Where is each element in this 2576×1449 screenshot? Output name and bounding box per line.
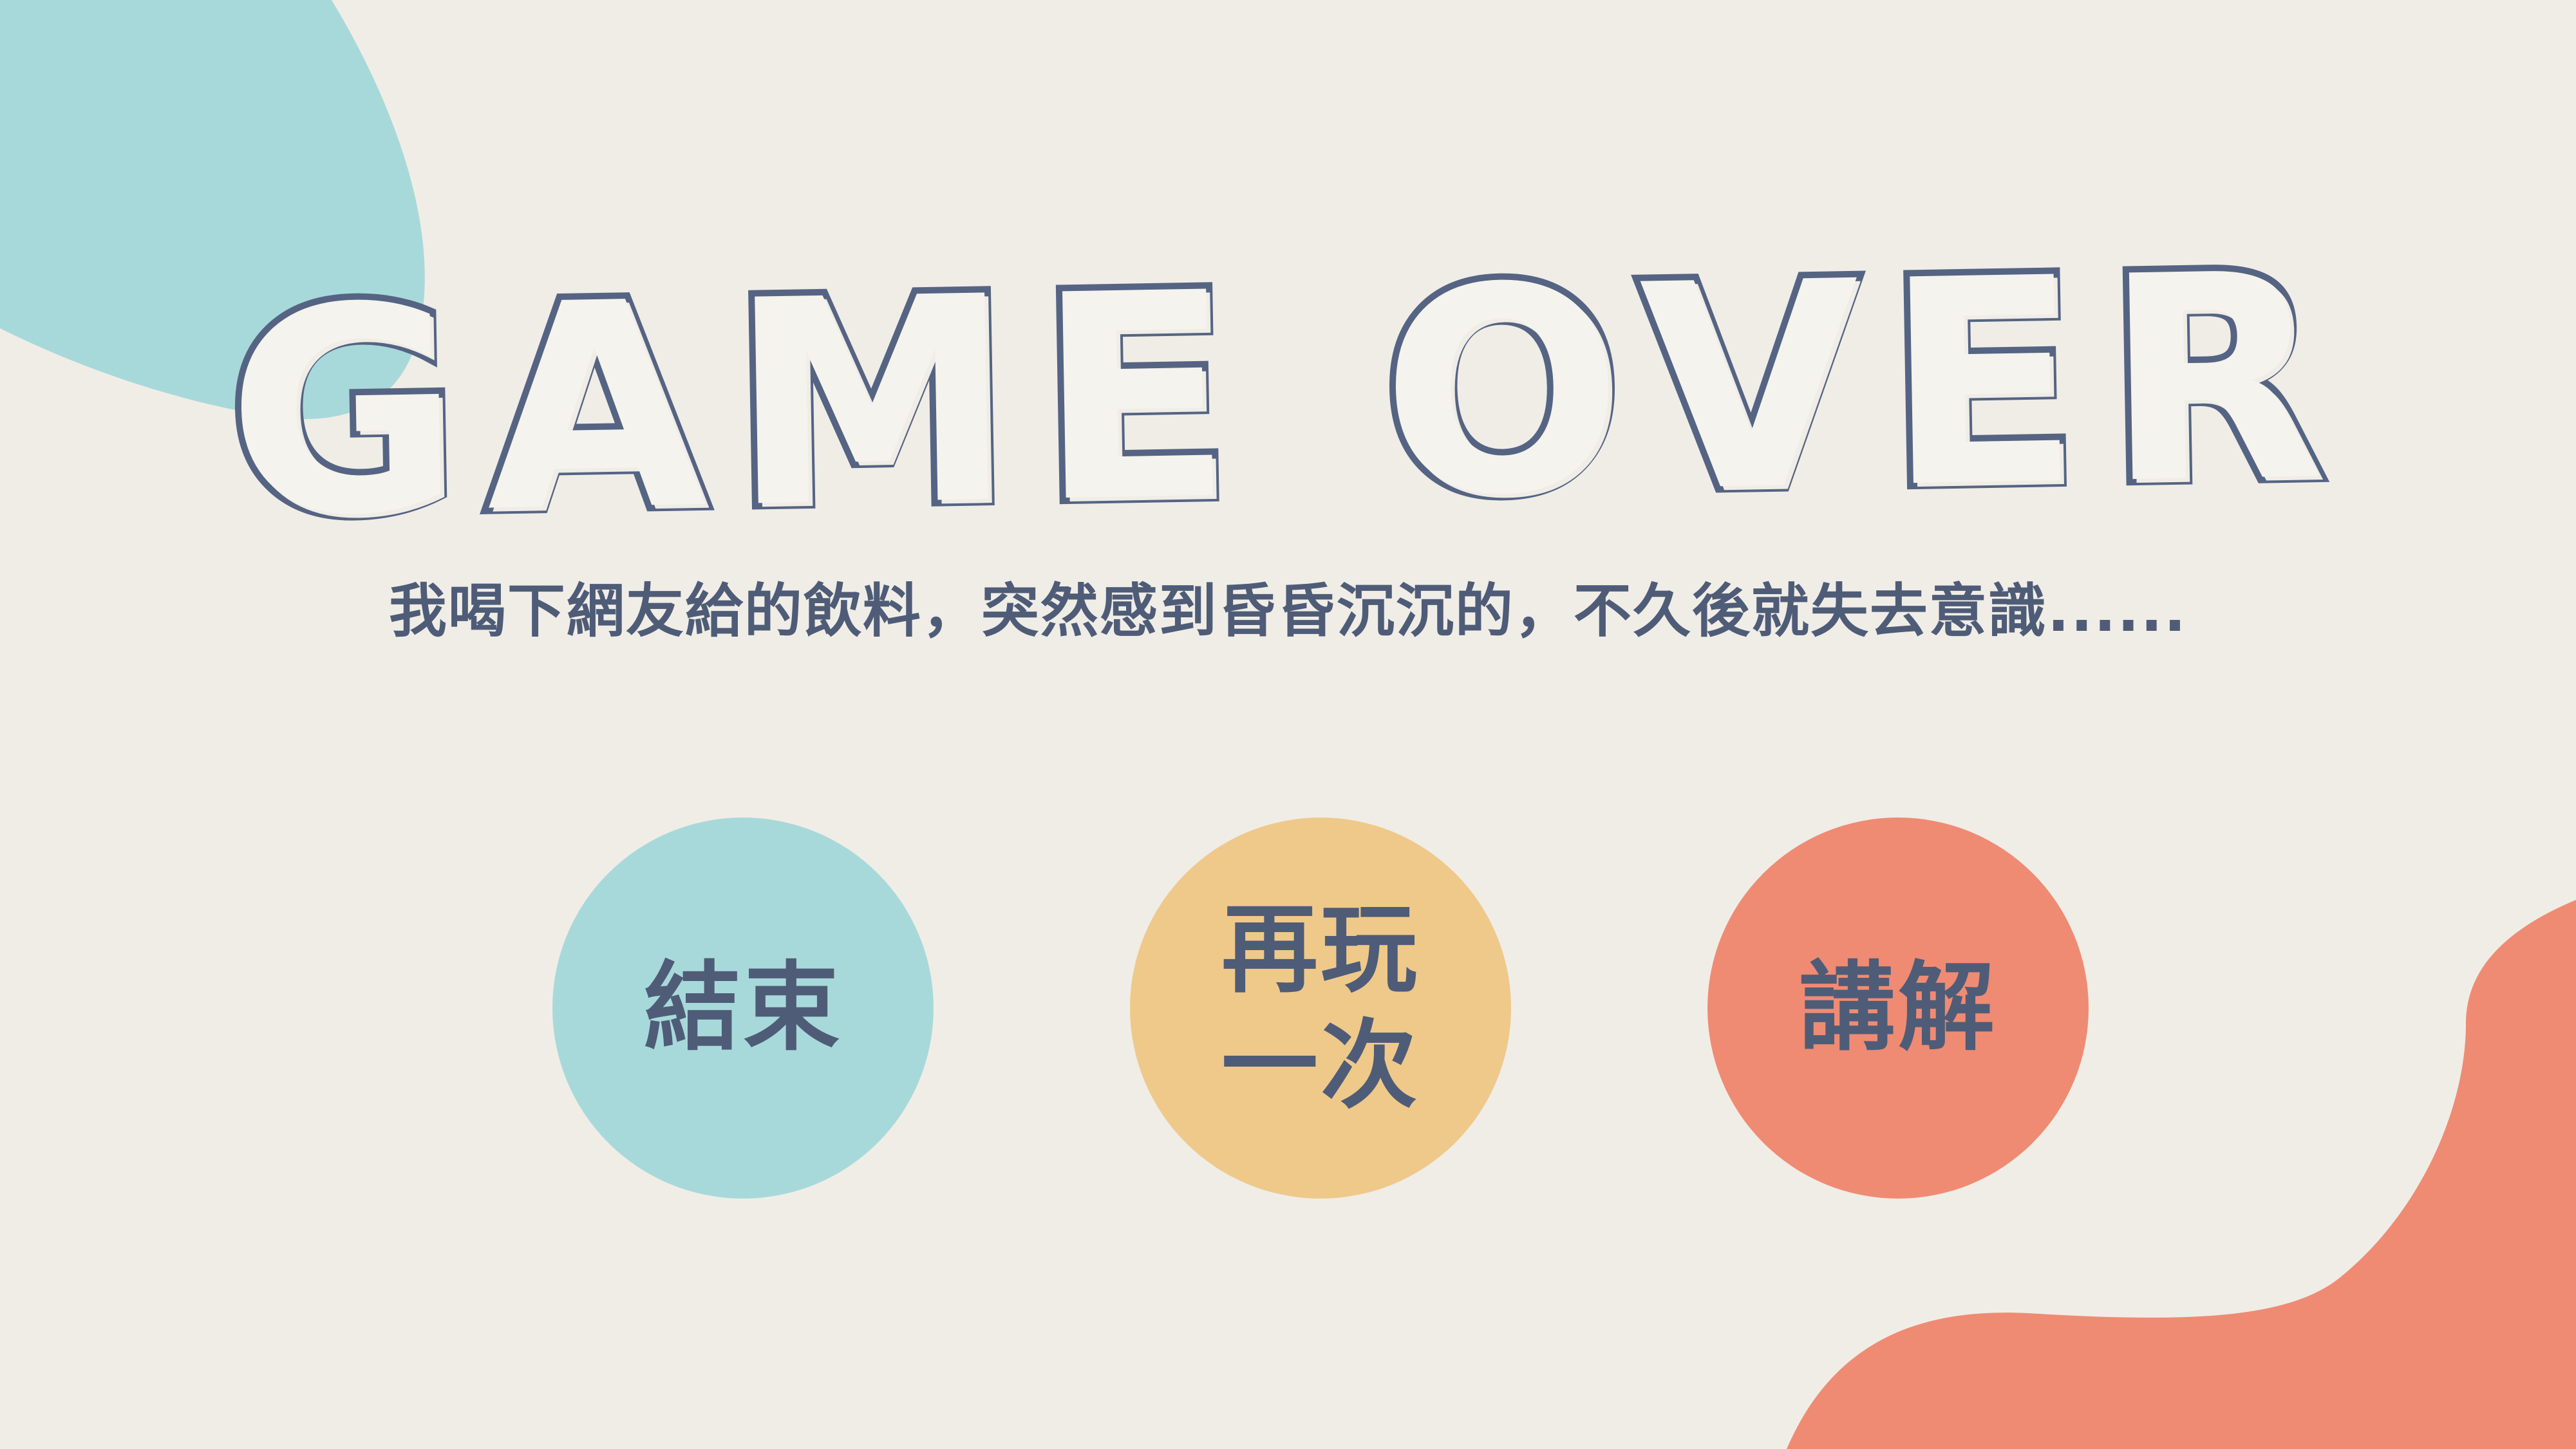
explanation-button-label: 講解 (1798, 952, 1997, 1064)
end-button[interactable]: 結束 (552, 818, 934, 1199)
end-button-label: 結束 (643, 952, 842, 1064)
play-again-button-label: 再玩 一次 (1221, 894, 1420, 1122)
title-container: GAME OVER (0, 206, 2576, 585)
story-message: 我喝下網友給的飲料，突然感到昏昏沉沉的，不久後就失去意識...... (388, 577, 2188, 645)
game-over-title: GAME OVER (218, 206, 2358, 585)
explanation-button[interactable]: 講解 (1707, 818, 2089, 1199)
play-again-button[interactable]: 再玩 一次 (1130, 818, 1511, 1199)
